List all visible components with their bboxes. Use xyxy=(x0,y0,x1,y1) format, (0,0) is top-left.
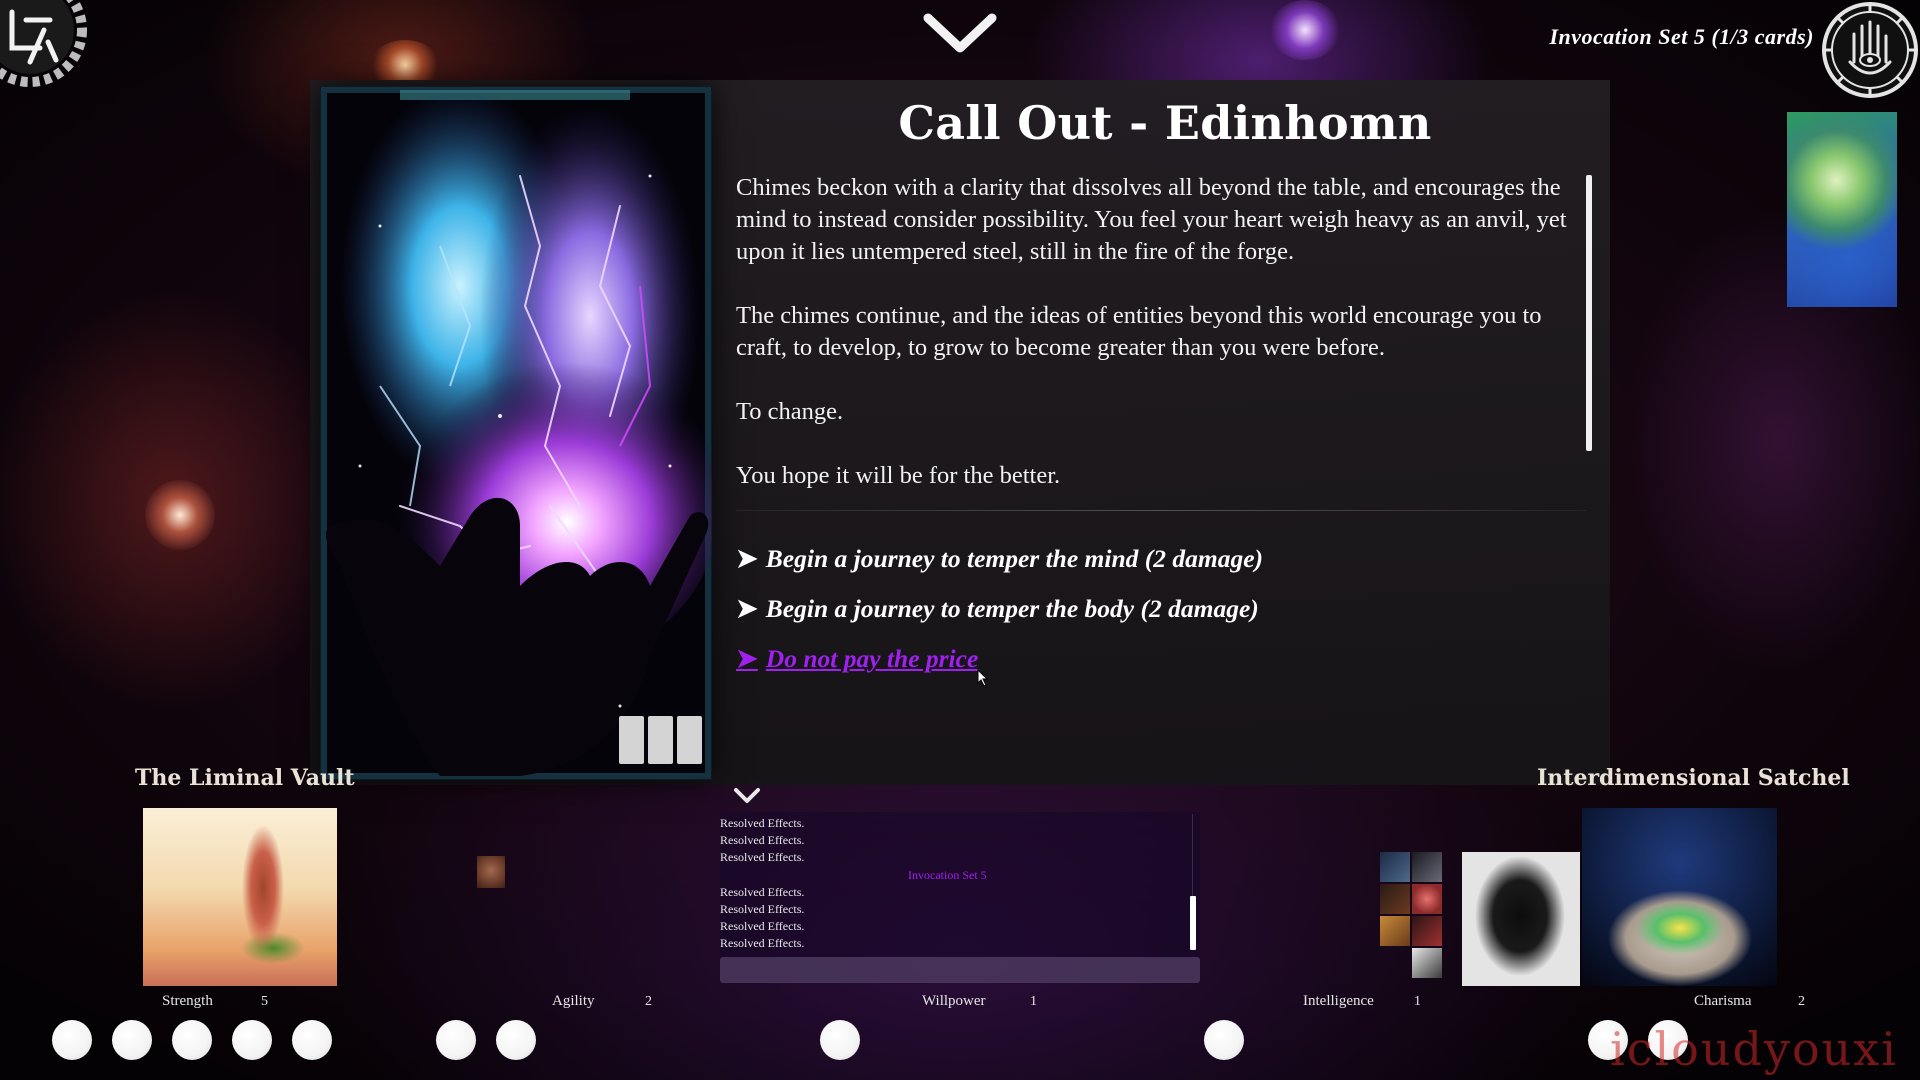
event-paragraph: To change. xyxy=(736,398,844,425)
stat-value-strength: 5 xyxy=(261,994,268,1009)
agility-orb xyxy=(496,1020,536,1060)
choice-arrow-icon: ➤ xyxy=(736,544,758,573)
hand-eye-emblem-icon[interactable] xyxy=(1820,0,1920,100)
log-line: Resolved Effects. xyxy=(720,902,805,916)
willpower-orb xyxy=(820,1020,860,1060)
log-line: Resolved Effects. xyxy=(720,885,805,899)
choice-do-not-pay[interactable]: ➤ Do not pay the price xyxy=(736,641,978,677)
mini-card[interactable] xyxy=(1380,884,1410,914)
mini-card[interactable] xyxy=(1380,916,1410,946)
choice-arrow-icon: ➤ xyxy=(736,644,758,673)
strength-orb xyxy=(52,1020,92,1060)
watermark: icloudyouxi xyxy=(1610,1022,1898,1076)
stat-value-willpower: 1 xyxy=(1030,994,1037,1009)
choice-label: Begin a journey to temper the mind (2 da… xyxy=(765,544,1264,573)
invocation-set-title: Invocation Set 5 (1/3 cards) xyxy=(1549,24,1814,49)
strength-orb xyxy=(292,1020,332,1060)
vault-card-desert[interactable] xyxy=(143,808,337,986)
stat-label-agility: Agility xyxy=(552,993,595,1009)
intelligence-orb xyxy=(1204,1020,1244,1060)
event-paragraph: Chimes beckon with a clarity that dissol… xyxy=(736,174,1567,265)
choice-label: Do not pay the price xyxy=(765,644,979,673)
candle-glow xyxy=(145,480,215,550)
choice-arrow-icon: ➤ xyxy=(736,594,758,623)
description-scrollbar[interactable] xyxy=(1586,175,1592,451)
log-chevron-down-icon[interactable] xyxy=(732,786,762,806)
log-line: Resolved Effects. xyxy=(720,816,805,830)
event-description: Chimes beckon with a clarity that dissol… xyxy=(736,172,1586,524)
stat-value-agility: 2 xyxy=(645,994,652,1009)
collapse-chevron-icon[interactable] xyxy=(920,8,1000,58)
card-pip-indicators xyxy=(619,716,702,764)
lightning-hand-illustration xyxy=(321,86,712,779)
strength-orb xyxy=(232,1020,272,1060)
event-paragraph: The chimes continue, and the ideas of en… xyxy=(736,302,1542,361)
log-line: Resolved Effects. xyxy=(720,850,805,864)
log-line: Resolved Effects. xyxy=(720,833,805,847)
mini-card[interactable] xyxy=(1412,916,1442,946)
game-logo-icon[interactable] xyxy=(0,0,100,100)
choice-temper-body[interactable]: ➤ Begin a journey to temper the body (2 … xyxy=(736,591,1259,627)
log-scrollbar[interactable] xyxy=(1190,896,1196,950)
mini-card[interactable] xyxy=(1412,884,1442,914)
interdimensional-satchel-label: Interdimensional Satchel xyxy=(1537,765,1850,791)
log-line: Resolved Effects. xyxy=(720,919,805,933)
pip xyxy=(677,716,702,764)
log-line: Resolved Effects. xyxy=(720,936,805,950)
satchel-card-cloak[interactable] xyxy=(1462,852,1580,986)
choice-label: Begin a journey to temper the body (2 da… xyxy=(765,594,1259,623)
side-card-vortex[interactable] xyxy=(1787,112,1897,307)
choice-temper-mind[interactable]: ➤ Begin a journey to temper the mind (2 … xyxy=(736,541,1263,577)
vault-token[interactable] xyxy=(477,856,505,888)
candle-glow xyxy=(1270,0,1340,60)
event-title: Call Out - Edinhomn xyxy=(898,96,1432,150)
pip xyxy=(648,716,673,764)
mini-card[interactable] xyxy=(1412,852,1442,882)
pip xyxy=(619,716,644,764)
satchel-card-gem-sack[interactable] xyxy=(1582,808,1777,986)
log-input-bar[interactable] xyxy=(720,957,1200,983)
mouse-cursor-icon xyxy=(977,669,989,687)
log-invocation-set-label: Invocation Set 5 xyxy=(908,868,987,882)
stat-label-willpower: Willpower xyxy=(922,993,986,1009)
event-card-art xyxy=(320,86,712,780)
agility-orb xyxy=(436,1020,476,1060)
stat-label-charisma: Charisma xyxy=(1694,993,1752,1009)
satchel-mini-cards xyxy=(1380,852,1444,980)
stat-label-intelligence: Intelligence xyxy=(1303,993,1374,1009)
strength-orb xyxy=(172,1020,212,1060)
choices-divider xyxy=(736,510,1586,511)
mini-card[interactable] xyxy=(1380,852,1410,882)
game-screen: Invocation Set 5 (1/3 cards) Call Out - … xyxy=(0,0,1920,1080)
event-paragraph: You hope it will be for the better. xyxy=(736,462,1061,489)
stat-value-charisma: 2 xyxy=(1798,994,1805,1009)
liminal-vault-label: The Liminal Vault xyxy=(135,765,355,791)
stat-value-intelligence: 1 xyxy=(1414,994,1421,1009)
mini-card[interactable] xyxy=(1412,948,1442,978)
stat-label-strength: Strength xyxy=(162,993,213,1009)
strength-orb xyxy=(112,1020,152,1060)
